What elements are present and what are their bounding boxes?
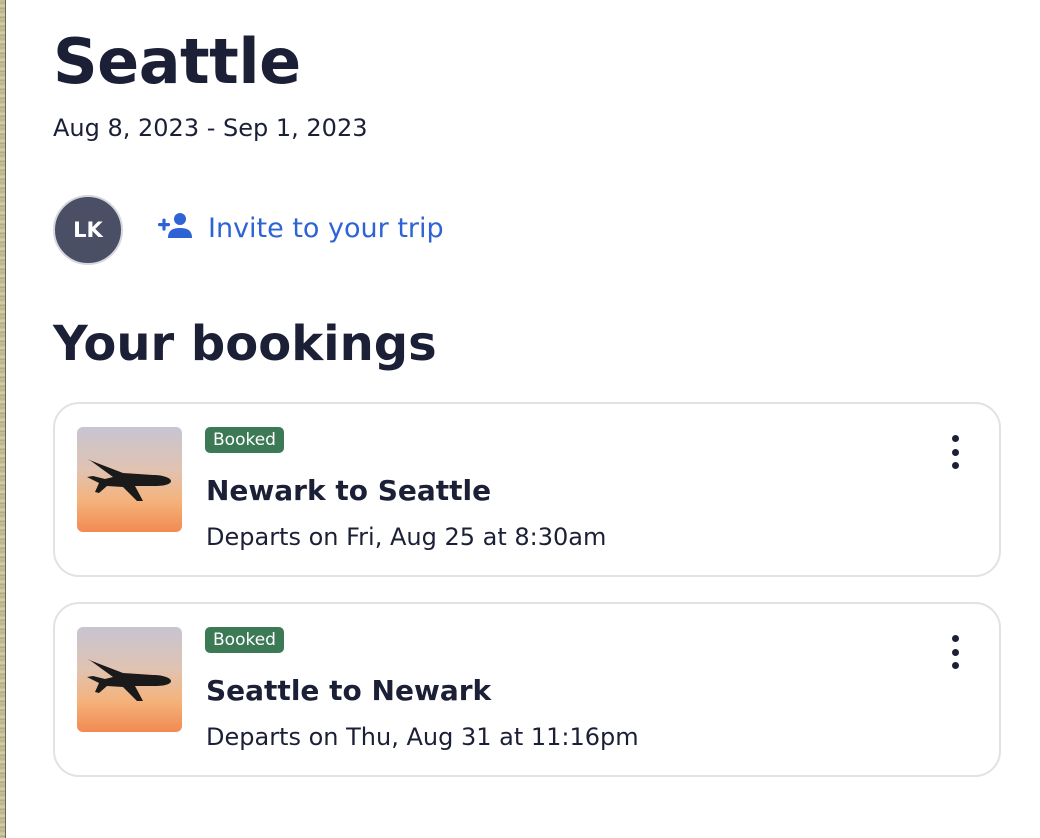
trip-dates: Aug 8, 2023 - Sep 1, 2023 — [53, 114, 368, 142]
airplane-icon — [87, 459, 171, 501]
traveler-avatar[interactable]: LK — [53, 195, 123, 265]
add-person-icon — [156, 211, 192, 246]
invite-to-trip-link[interactable]: Invite to your trip — [156, 211, 444, 246]
window-edge-strip — [0, 0, 6, 838]
dot — [951, 435, 959, 442]
status-badge: Booked — [205, 627, 284, 653]
dot — [951, 462, 959, 469]
dot — [951, 662, 959, 669]
booking-departure: Departs on Thu, Aug 31 at 11:16pm — [206, 723, 639, 751]
booking-title: Newark to Seattle — [206, 474, 492, 507]
dot — [951, 648, 959, 656]
airplane-thumbnail — [77, 627, 182, 732]
booking-departure: Departs on Fri, Aug 25 at 8:30am — [206, 523, 607, 551]
avatar-initials: LK — [73, 218, 103, 242]
trip-title: Seattle — [53, 25, 301, 98]
dot — [951, 635, 959, 642]
invite-label: Invite to your trip — [208, 213, 444, 244]
dot — [951, 448, 959, 456]
more-options-icon[interactable] — [947, 432, 963, 472]
status-badge: Booked — [205, 427, 284, 453]
booking-title: Seattle to Newark — [206, 674, 492, 707]
more-options-icon[interactable] — [947, 632, 963, 672]
bookings-heading: Your bookings — [53, 316, 437, 372]
booking-card[interactable]: Booked Newark to Seattle Departs on Fri,… — [53, 402, 1001, 577]
booking-card[interactable]: Booked Seattle to Newark Departs on Thu,… — [53, 602, 1001, 777]
airplane-thumbnail — [77, 427, 182, 532]
airplane-icon — [87, 659, 171, 701]
